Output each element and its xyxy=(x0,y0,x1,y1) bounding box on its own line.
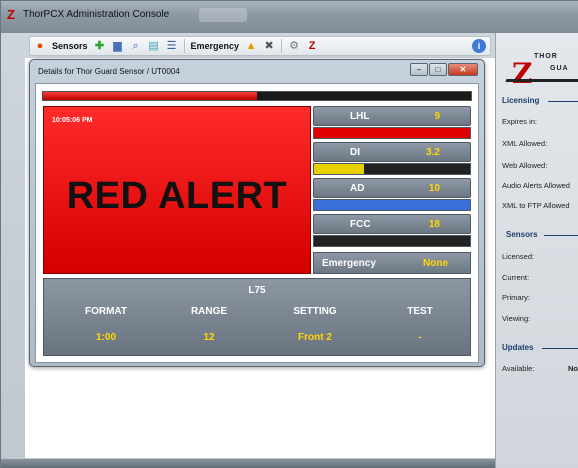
app-titlebar: Z ThorPCX Administration Console xyxy=(1,1,578,33)
sensor-info-panel: L75 FORMAT 1:00 RANGE 12 SETTING Front 2… xyxy=(43,278,471,356)
sensors-current: Current: xyxy=(502,273,530,282)
details-window-title: Details for Thor Guard Sensor / UT0004 xyxy=(38,67,180,76)
reading-value: 9 xyxy=(434,111,440,122)
progress-fill xyxy=(43,92,257,100)
reading-row-di: DI 3.2 xyxy=(313,142,471,162)
gear-icon[interactable]: ⚙ xyxy=(288,40,300,52)
search-icon[interactable]: ⌕ xyxy=(130,40,142,52)
brand-thor-text: THOR xyxy=(534,53,558,60)
updates-heading: Updates xyxy=(502,343,534,352)
sensors-licensed: Licensed: xyxy=(502,252,535,261)
reading-label: DI xyxy=(350,147,360,158)
sensor-icon[interactable]: ● xyxy=(34,40,46,52)
maximize-button[interactable]: □ xyxy=(429,63,447,76)
taskbar xyxy=(1,459,495,468)
reading-label: LHL xyxy=(350,111,370,122)
reading-value: 18 xyxy=(428,219,440,230)
brand-z-icon: Z xyxy=(512,57,533,90)
reading-value: 3.2 xyxy=(426,147,440,158)
licensing-heading: Licensing xyxy=(502,96,540,105)
brand-swoosh xyxy=(505,79,578,82)
updates-available: Available: xyxy=(502,364,535,373)
reading-bar-di xyxy=(313,163,471,175)
license-web: Web Allowed: xyxy=(502,161,548,170)
window-controls: – □ ✕ xyxy=(410,63,478,76)
monitor-icon[interactable]: ▆ xyxy=(112,40,124,52)
sensors-primary: Primary: xyxy=(502,293,530,302)
thor-z-logo-icon: Z xyxy=(7,7,15,22)
reading-bar-fill xyxy=(314,200,470,210)
sensors-button[interactable]: Sensors xyxy=(52,41,88,51)
thor-z-icon[interactable]: Z xyxy=(306,40,318,52)
alert-panel: 10:05:06 PM RED ALERT xyxy=(43,106,311,274)
section-divider xyxy=(542,348,578,349)
reading-row-fcc: FCC 18 xyxy=(313,214,471,234)
sensor-model: L75 xyxy=(248,285,266,296)
reading-bar-fill xyxy=(314,128,470,138)
info-label: RANGE xyxy=(190,306,228,317)
main-toolbar: ● Sensors ✚ ▆ ⌕ ▤ ☰ Emergency ▲ ✖ ⚙ Z i xyxy=(29,36,491,56)
toolbar-separator xyxy=(183,39,185,53)
info-value: 1:00 xyxy=(95,332,116,343)
titlebar-tab xyxy=(199,8,247,22)
info-label: TEST xyxy=(407,306,433,317)
info-label: SETTING xyxy=(293,306,337,317)
brand-guard-text: GUA xyxy=(550,65,569,72)
section-divider xyxy=(544,235,578,236)
sensors-heading: Sensors xyxy=(506,230,538,239)
details-body: 10:05:06 PM RED ALERT LHL 9 DI 3.2 AD 10 xyxy=(35,83,479,363)
license-ftp: XML to FTP Allowed xyxy=(502,201,570,210)
reading-bar-ad xyxy=(313,199,471,211)
close-button[interactable]: ✕ xyxy=(448,63,478,76)
alert-status-text: RED ALERT xyxy=(66,175,288,217)
reading-bar-lhl xyxy=(313,127,471,139)
emergency-value: None xyxy=(423,258,448,269)
reading-value: 10 xyxy=(428,183,440,194)
license-xml: XML Allowed: xyxy=(502,139,548,148)
sensor-readings: LHL 9 DI 3.2 AD 10 FCC 18 Emergency None xyxy=(313,106,471,274)
list-icon[interactable]: ☰ xyxy=(166,40,178,52)
add-icon[interactable]: ✚ xyxy=(94,40,106,52)
reading-label: FCC xyxy=(350,219,371,230)
license-audio: Audio Alerts Allowed xyxy=(502,181,570,190)
warning-icon[interactable]: ▲ xyxy=(245,40,257,52)
info-value: - xyxy=(418,332,422,343)
license-expires: Expires in: xyxy=(502,117,538,126)
info-label: FORMAT xyxy=(84,306,128,317)
reading-row-ad: AD 10 xyxy=(313,178,471,198)
reading-bar-fill xyxy=(314,164,364,174)
reading-label: AD xyxy=(350,183,365,194)
section-divider xyxy=(548,101,578,102)
app-window: Z ThorPCX Administration Console ● Senso… xyxy=(0,0,578,468)
report-icon[interactable]: ▤ xyxy=(148,40,160,52)
refresh-progress-bar xyxy=(42,91,472,101)
emergency-label: Emergency xyxy=(322,258,376,269)
app-title: ThorPCX Administration Console xyxy=(23,9,170,20)
reading-bar-fcc xyxy=(313,235,471,247)
license-sidebar: THOR Z GUA Licensing Expires in: XML All… xyxy=(495,33,578,468)
minimize-button[interactable]: – xyxy=(410,63,428,76)
alert-time: 10:05:06 PM xyxy=(52,117,93,124)
toolbar-separator xyxy=(281,39,283,53)
sensors-viewing: Viewing: xyxy=(502,314,531,323)
emergency-button[interactable]: Emergency xyxy=(191,41,240,51)
tools-icon[interactable]: ✖ xyxy=(263,40,275,52)
updates-available-value: No xyxy=(568,364,578,373)
sensor-details-window: Details for Thor Guard Sensor / UT0004 –… xyxy=(29,59,485,367)
info-value: 12 xyxy=(203,332,215,343)
thor-guard-logo: THOR Z GUA xyxy=(505,43,578,93)
info-icon[interactable]: i xyxy=(472,39,486,53)
reading-row-lhl: LHL 9 xyxy=(313,106,471,126)
info-value: Front 2 xyxy=(298,332,332,343)
emergency-row: Emergency None xyxy=(313,252,471,274)
